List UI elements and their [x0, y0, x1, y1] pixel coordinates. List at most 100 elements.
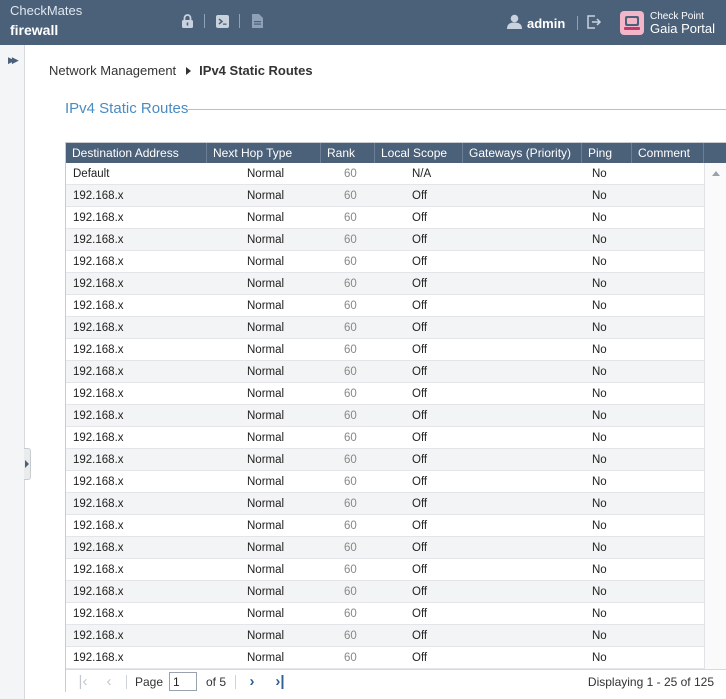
cell-rank: 60	[344, 454, 357, 466]
table-row[interactable]: 192.168.x Normal 60 Off No	[66, 405, 704, 427]
table-row[interactable]: 192.168.x Normal 60 Off No	[66, 317, 704, 339]
header-col-rank[interactable]: Rank	[321, 143, 375, 163]
logo-text: Check Point Gaia Portal	[650, 11, 715, 35]
table-row[interactable]: 192.168.x Normal 60 Off No	[66, 207, 704, 229]
header-col-local-scope[interactable]: Local Scope	[375, 143, 463, 163]
cell-destination: 192.168.x	[73, 498, 124, 510]
tool-separator	[239, 14, 240, 28]
table-row[interactable]: 192.168.x Normal 60 Off No	[66, 383, 704, 405]
cell-next-hop-type: Normal	[247, 630, 285, 642]
cell-local-scope: Off	[412, 630, 428, 642]
cell-ping: No	[592, 212, 607, 224]
table-row[interactable]: 192.168.x Normal 60 Off No	[66, 339, 704, 361]
cell-next-hop-type: Normal	[247, 652, 285, 664]
table-row[interactable]: 192.168.x Normal 60 Off No	[66, 427, 704, 449]
cell-local-scope: Off	[412, 520, 428, 532]
cell-destination: 192.168.x	[73, 256, 124, 268]
header-col-comment[interactable]: Comment	[632, 143, 704, 163]
table-row[interactable]: 192.168.x Normal 60 Off No	[66, 581, 704, 603]
section-title: IPv4 Static Routes	[65, 100, 189, 117]
cell-ping: No	[592, 168, 607, 180]
sidebar-resize-handle[interactable]	[24, 448, 31, 480]
cell-destination: 192.168.x	[73, 608, 124, 620]
document-icon[interactable]	[250, 13, 264, 29]
cell-rank: 60	[344, 520, 357, 532]
table-row[interactable]: 192.168.x Normal 60 Off No	[66, 471, 704, 493]
logout-icon[interactable]	[587, 14, 602, 32]
cell-rank: 60	[344, 630, 357, 642]
cell-destination: 192.168.x	[73, 234, 124, 246]
table-row[interactable]: 192.168.x Normal 60 Off No	[66, 361, 704, 383]
table-row[interactable]: 192.168.x Normal 60 Off No	[66, 449, 704, 471]
table-row[interactable]: Default Normal 60 N/A No	[66, 163, 704, 185]
table-row[interactable]: 192.168.x Normal 60 Off No	[66, 185, 704, 207]
cell-rank: 60	[344, 322, 357, 334]
breadcrumb-arrow-icon	[186, 66, 192, 75]
cell-next-hop-type: Normal	[247, 498, 285, 510]
cell-next-hop-type: Normal	[247, 410, 285, 422]
table-row[interactable]: 192.168.x Normal 60 Off No	[66, 603, 704, 625]
pager-separator	[126, 675, 127, 689]
cell-rank: 60	[344, 432, 357, 444]
terminal-icon[interactable]	[215, 13, 229, 29]
header-col-gateways[interactable]: Gateways (Priority)	[463, 143, 582, 163]
cell-destination: 192.168.x	[73, 410, 124, 422]
table-row[interactable]: 192.168.x Normal 60 Off No	[66, 229, 704, 251]
cell-ping: No	[592, 564, 607, 576]
cell-ping: No	[592, 586, 607, 598]
cell-destination: 192.168.x	[73, 300, 124, 312]
cell-ping: No	[592, 520, 607, 532]
cell-local-scope: Off	[412, 388, 428, 400]
cell-next-hop-type: Normal	[247, 212, 285, 224]
cell-next-hop-type: Normal	[247, 432, 285, 444]
cell-destination: 192.168.x	[73, 564, 124, 576]
cell-ping: No	[592, 278, 607, 290]
previous-page-icon[interactable]: ‹	[100, 672, 118, 692]
user-name[interactable]: admin	[527, 16, 565, 31]
header-col-next-hop-type[interactable]: Next Hop Type	[207, 143, 321, 163]
cell-next-hop-type: Normal	[247, 366, 285, 378]
cell-destination: 192.168.x	[73, 520, 124, 532]
cell-destination: 192.168.x	[73, 586, 124, 598]
scroll-up-icon[interactable]	[712, 171, 720, 176]
table-row[interactable]: 192.168.x Normal 60 Off No	[66, 295, 704, 317]
cell-ping: No	[592, 366, 607, 378]
table-row[interactable]: 192.168.x Normal 60 Off No	[66, 559, 704, 581]
last-page-icon[interactable]: ›|	[271, 672, 289, 692]
cell-rank: 60	[344, 608, 357, 620]
cell-local-scope: Off	[412, 498, 428, 510]
cell-next-hop-type: Normal	[247, 278, 285, 290]
breadcrumb-parent[interactable]: Network Management	[49, 63, 176, 78]
cell-local-scope: Off	[412, 190, 428, 202]
cell-destination: 192.168.x	[73, 652, 124, 664]
cell-rank: 60	[344, 586, 357, 598]
table-row[interactable]: 192.168.x Normal 60 Off No	[66, 625, 704, 647]
first-page-icon[interactable]: |‹	[74, 672, 92, 692]
cell-next-hop-type: Normal	[247, 168, 285, 180]
cell-ping: No	[592, 322, 607, 334]
page-number-input[interactable]	[169, 672, 197, 691]
vertical-scrollbar[interactable]	[704, 163, 726, 669]
cell-rank: 60	[344, 300, 357, 312]
cell-destination: 192.168.x	[73, 542, 124, 554]
table-row[interactable]: 192.168.x Normal 60 Off No	[66, 251, 704, 273]
header-col-ping[interactable]: Ping	[582, 143, 632, 163]
table-row[interactable]: 192.168.x Normal 60 Off No	[66, 647, 704, 669]
cell-rank: 60	[344, 190, 357, 202]
table-row[interactable]: 192.168.x Normal 60 Off No	[66, 515, 704, 537]
header-col-destination[interactable]: Destination Address	[66, 143, 207, 163]
cell-local-scope: Off	[412, 586, 428, 598]
cell-ping: No	[592, 542, 607, 554]
cell-rank: 60	[344, 366, 357, 378]
cell-next-hop-type: Normal	[247, 520, 285, 532]
table-row[interactable]: 192.168.x Normal 60 Off No	[66, 537, 704, 559]
cell-ping: No	[592, 498, 607, 510]
tool-separator	[204, 14, 205, 28]
next-page-icon[interactable]: ›	[243, 672, 261, 692]
cell-ping: No	[592, 256, 607, 268]
cell-next-hop-type: Normal	[247, 300, 285, 312]
table-row[interactable]: 192.168.x Normal 60 Off No	[66, 273, 704, 295]
expand-sidebar-icon[interactable]: ▶▶	[8, 55, 19, 66]
lock-icon[interactable]	[180, 13, 194, 29]
table-row[interactable]: 192.168.x Normal 60 Off No	[66, 493, 704, 515]
